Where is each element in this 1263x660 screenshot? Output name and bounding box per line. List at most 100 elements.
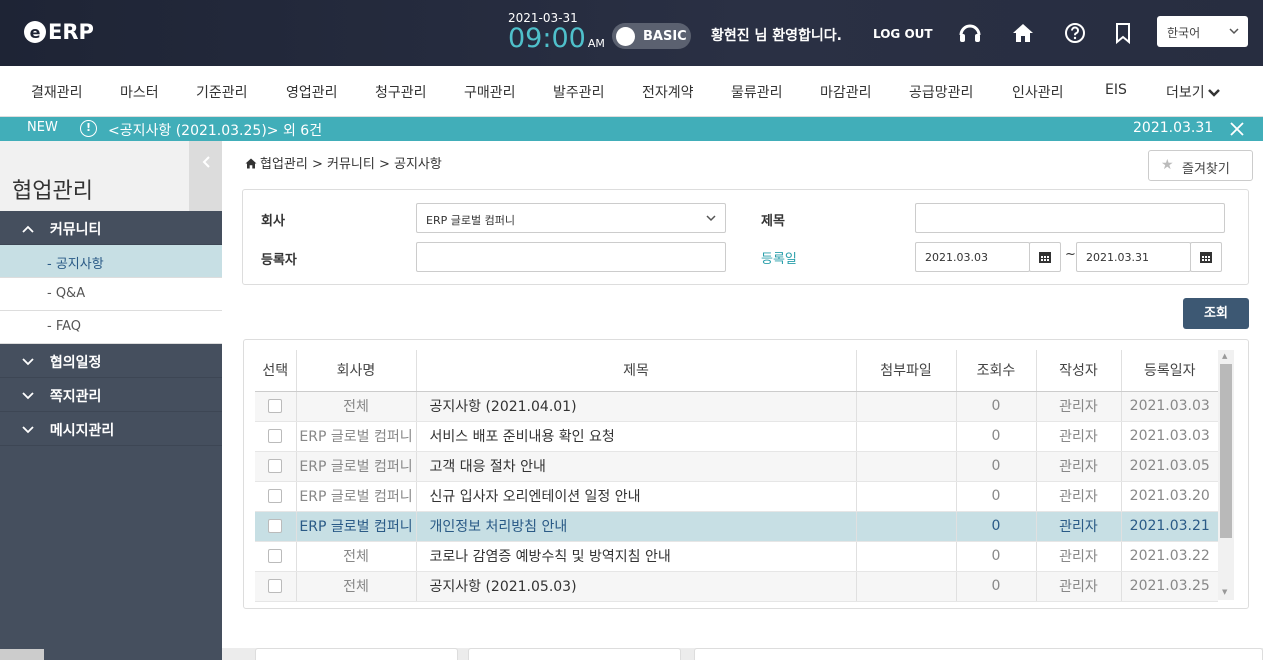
chevron-down-icon: [706, 215, 716, 222]
basic-mode-toggle[interactable]: BASIC: [612, 23, 691, 49]
table-row[interactable]: ERP 글로벌 컴퍼니 고객 대응 절차 안내 0 관리자 2021.03.05: [255, 451, 1218, 482]
cell-title[interactable]: 고객 대응 절차 안내: [416, 451, 857, 482]
row-checkbox[interactable]: [268, 459, 283, 473]
row-checkbox[interactable]: [268, 489, 283, 503]
home-icon: [245, 158, 257, 169]
sidebar-group-community[interactable]: 커뮤니티: [0, 211, 222, 245]
col-title[interactable]: 제목: [416, 350, 857, 392]
title-input[interactable]: [915, 203, 1225, 233]
bookmark-icon[interactable]: [1110, 21, 1136, 45]
bottom-tab[interactable]: [255, 648, 458, 660]
date-from-input[interactable]: 2021.03.03: [915, 242, 1030, 272]
menu-e-contract[interactable]: 전자계약: [642, 82, 694, 102]
cell-attachment: [856, 451, 957, 482]
menu-standards[interactable]: 기준관리: [196, 82, 248, 102]
cell-date: 2021.03.20: [1121, 481, 1218, 512]
cell-title[interactable]: 신규 입사자 오리엔테이션 일정 안내: [416, 481, 857, 512]
table-row-selected[interactable]: ERP 글로벌 컴퍼니 개인정보 처리방침 안내 0 관리자 2021.03.2…: [255, 511, 1218, 542]
menu-more[interactable]: 더보기: [1166, 82, 1221, 102]
sidebar-item-faq[interactable]: - FAQ: [0, 311, 222, 344]
row-checkbox[interactable]: [268, 519, 283, 533]
chevron-left-icon: [202, 156, 210, 168]
menu-logistics[interactable]: 물류관리: [731, 82, 783, 102]
cell-author: 관리자: [1036, 541, 1122, 572]
cell-author: 관리자: [1036, 571, 1122, 602]
notice-date: 2021.03.31: [1133, 120, 1214, 136]
menu-orders[interactable]: 발주관리: [553, 82, 605, 102]
cell-title[interactable]: 개인정보 처리방침 안내: [416, 511, 857, 542]
scroll-down-icon[interactable]: ▼: [1222, 588, 1227, 596]
chevron-down-icon: [1229, 28, 1239, 35]
language-select[interactable]: 한국어: [1157, 16, 1248, 47]
col-select[interactable]: 선택: [255, 350, 297, 392]
menu-purchasing[interactable]: 구매관리: [464, 82, 516, 102]
author-input[interactable]: [416, 242, 726, 272]
cell-company: ERP 글로벌 컴퍼니: [296, 451, 417, 482]
date-to-calendar-button[interactable]: [1190, 242, 1222, 272]
grid-scrollbar[interactable]: ▲ ▼: [1218, 350, 1234, 600]
search-button[interactable]: 조회: [1183, 298, 1249, 329]
logout-link[interactable]: LOG OUT: [873, 27, 933, 41]
col-author[interactable]: 작성자: [1036, 350, 1122, 392]
col-views[interactable]: 조회수: [956, 350, 1037, 392]
logo-text: ERP: [48, 20, 94, 44]
date-to-input[interactable]: 2021.03.31: [1076, 242, 1191, 272]
row-checkbox[interactable]: [268, 399, 283, 413]
help-icon[interactable]: [1062, 21, 1088, 45]
table-row[interactable]: ERP 글로벌 컴퍼니 신규 입사자 오리엔테이션 일정 안내 0 관리자 20…: [255, 481, 1218, 512]
sidebar-collapse-button[interactable]: [189, 141, 222, 211]
table-row[interactable]: 전체 공지사항 (2021.04.01) 0 관리자 2021.03.03: [255, 391, 1218, 422]
cell-author: 관리자: [1036, 391, 1122, 422]
menu-sales[interactable]: 영업관리: [286, 82, 338, 102]
grid-scrollbar-thumb[interactable]: [1220, 364, 1232, 538]
breadcrumb: 협업관리 > 커뮤니티 > 공지사항: [245, 153, 442, 172]
cell-attachment: [856, 541, 957, 572]
row-checkbox-cell: [255, 451, 297, 482]
date-from-calendar-button[interactable]: [1029, 242, 1061, 272]
alert-icon: !: [80, 120, 97, 137]
menu-approval[interactable]: 결재관리: [31, 82, 83, 102]
bottom-tab[interactable]: [694, 648, 1263, 660]
cell-title[interactable]: 공지사항 (2021.04.01): [416, 391, 857, 422]
col-company[interactable]: 회사명: [296, 350, 417, 392]
sidebar-scrollbar[interactable]: [0, 649, 44, 660]
table-row[interactable]: 전체 공지사항 (2021.05.03) 0 관리자 2021.03.25: [255, 571, 1218, 602]
cell-company: 전체: [296, 541, 417, 572]
sidebar-item-qna[interactable]: - Q&A: [0, 278, 222, 311]
chevron-up-icon: [22, 225, 34, 233]
sidebar-group-message[interactable]: 메시지관리: [0, 412, 222, 446]
sidebar-group-label: 메시지관리: [49, 423, 115, 439]
favorite-label: 즐겨찾기: [1182, 162, 1230, 177]
menu-closing[interactable]: 마감관리: [820, 82, 872, 102]
row-checkbox[interactable]: [268, 429, 283, 443]
company-select[interactable]: ERP 글로벌 컴퍼니: [416, 203, 726, 233]
cell-title[interactable]: 코로나 감염증 예방수칙 및 방역지침 안내: [416, 541, 857, 572]
close-icon[interactable]: [1229, 121, 1245, 137]
sidebar-item-notice[interactable]: - 공지사항: [0, 245, 222, 278]
scroll-up-icon[interactable]: ▲: [1222, 352, 1227, 360]
menu-billing[interactable]: 청구관리: [375, 82, 427, 102]
home-icon[interactable]: [1010, 21, 1036, 45]
col-date[interactable]: 등록일자: [1121, 350, 1218, 392]
cell-title[interactable]: 공지사항 (2021.05.03): [416, 571, 857, 602]
row-checkbox[interactable]: [268, 579, 283, 593]
headset-icon[interactable]: [957, 21, 983, 45]
cell-views: 0: [956, 421, 1037, 452]
row-checkbox-cell: [255, 511, 297, 542]
cell-title[interactable]: 서비스 배포 준비내용 확인 요청: [416, 421, 857, 452]
table-row[interactable]: 전체 코로나 감염증 예방수칙 및 방역지침 안내 0 관리자 2021.03.…: [255, 541, 1218, 572]
menu-eis[interactable]: EIS: [1105, 82, 1127, 98]
menu-master[interactable]: 마스터: [120, 82, 159, 102]
row-checkbox[interactable]: [268, 549, 283, 563]
menu-supply-chain[interactable]: 공급망관리: [909, 82, 973, 102]
favorite-button[interactable]: ★ 즐겨찾기: [1148, 150, 1253, 181]
notice-text[interactable]: <공지사항 (2021.03.25)> 외 6건: [108, 120, 322, 140]
sidebar-group-memo[interactable]: 쪽지관리: [0, 378, 222, 412]
table-row[interactable]: ERP 글로벌 컴퍼니 서비스 배포 준비내용 확인 요청 0 관리자 2021…: [255, 421, 1218, 452]
col-attachment[interactable]: 첨부파일: [856, 350, 957, 392]
erp-logo[interactable]: e ERP: [24, 20, 94, 44]
menu-hr[interactable]: 인사관리: [1012, 82, 1064, 102]
sidebar-group-meeting-schedule[interactable]: 협의일정: [0, 344, 222, 378]
date-range-separator: ~: [1065, 247, 1076, 262]
bottom-tab[interactable]: [468, 648, 681, 660]
